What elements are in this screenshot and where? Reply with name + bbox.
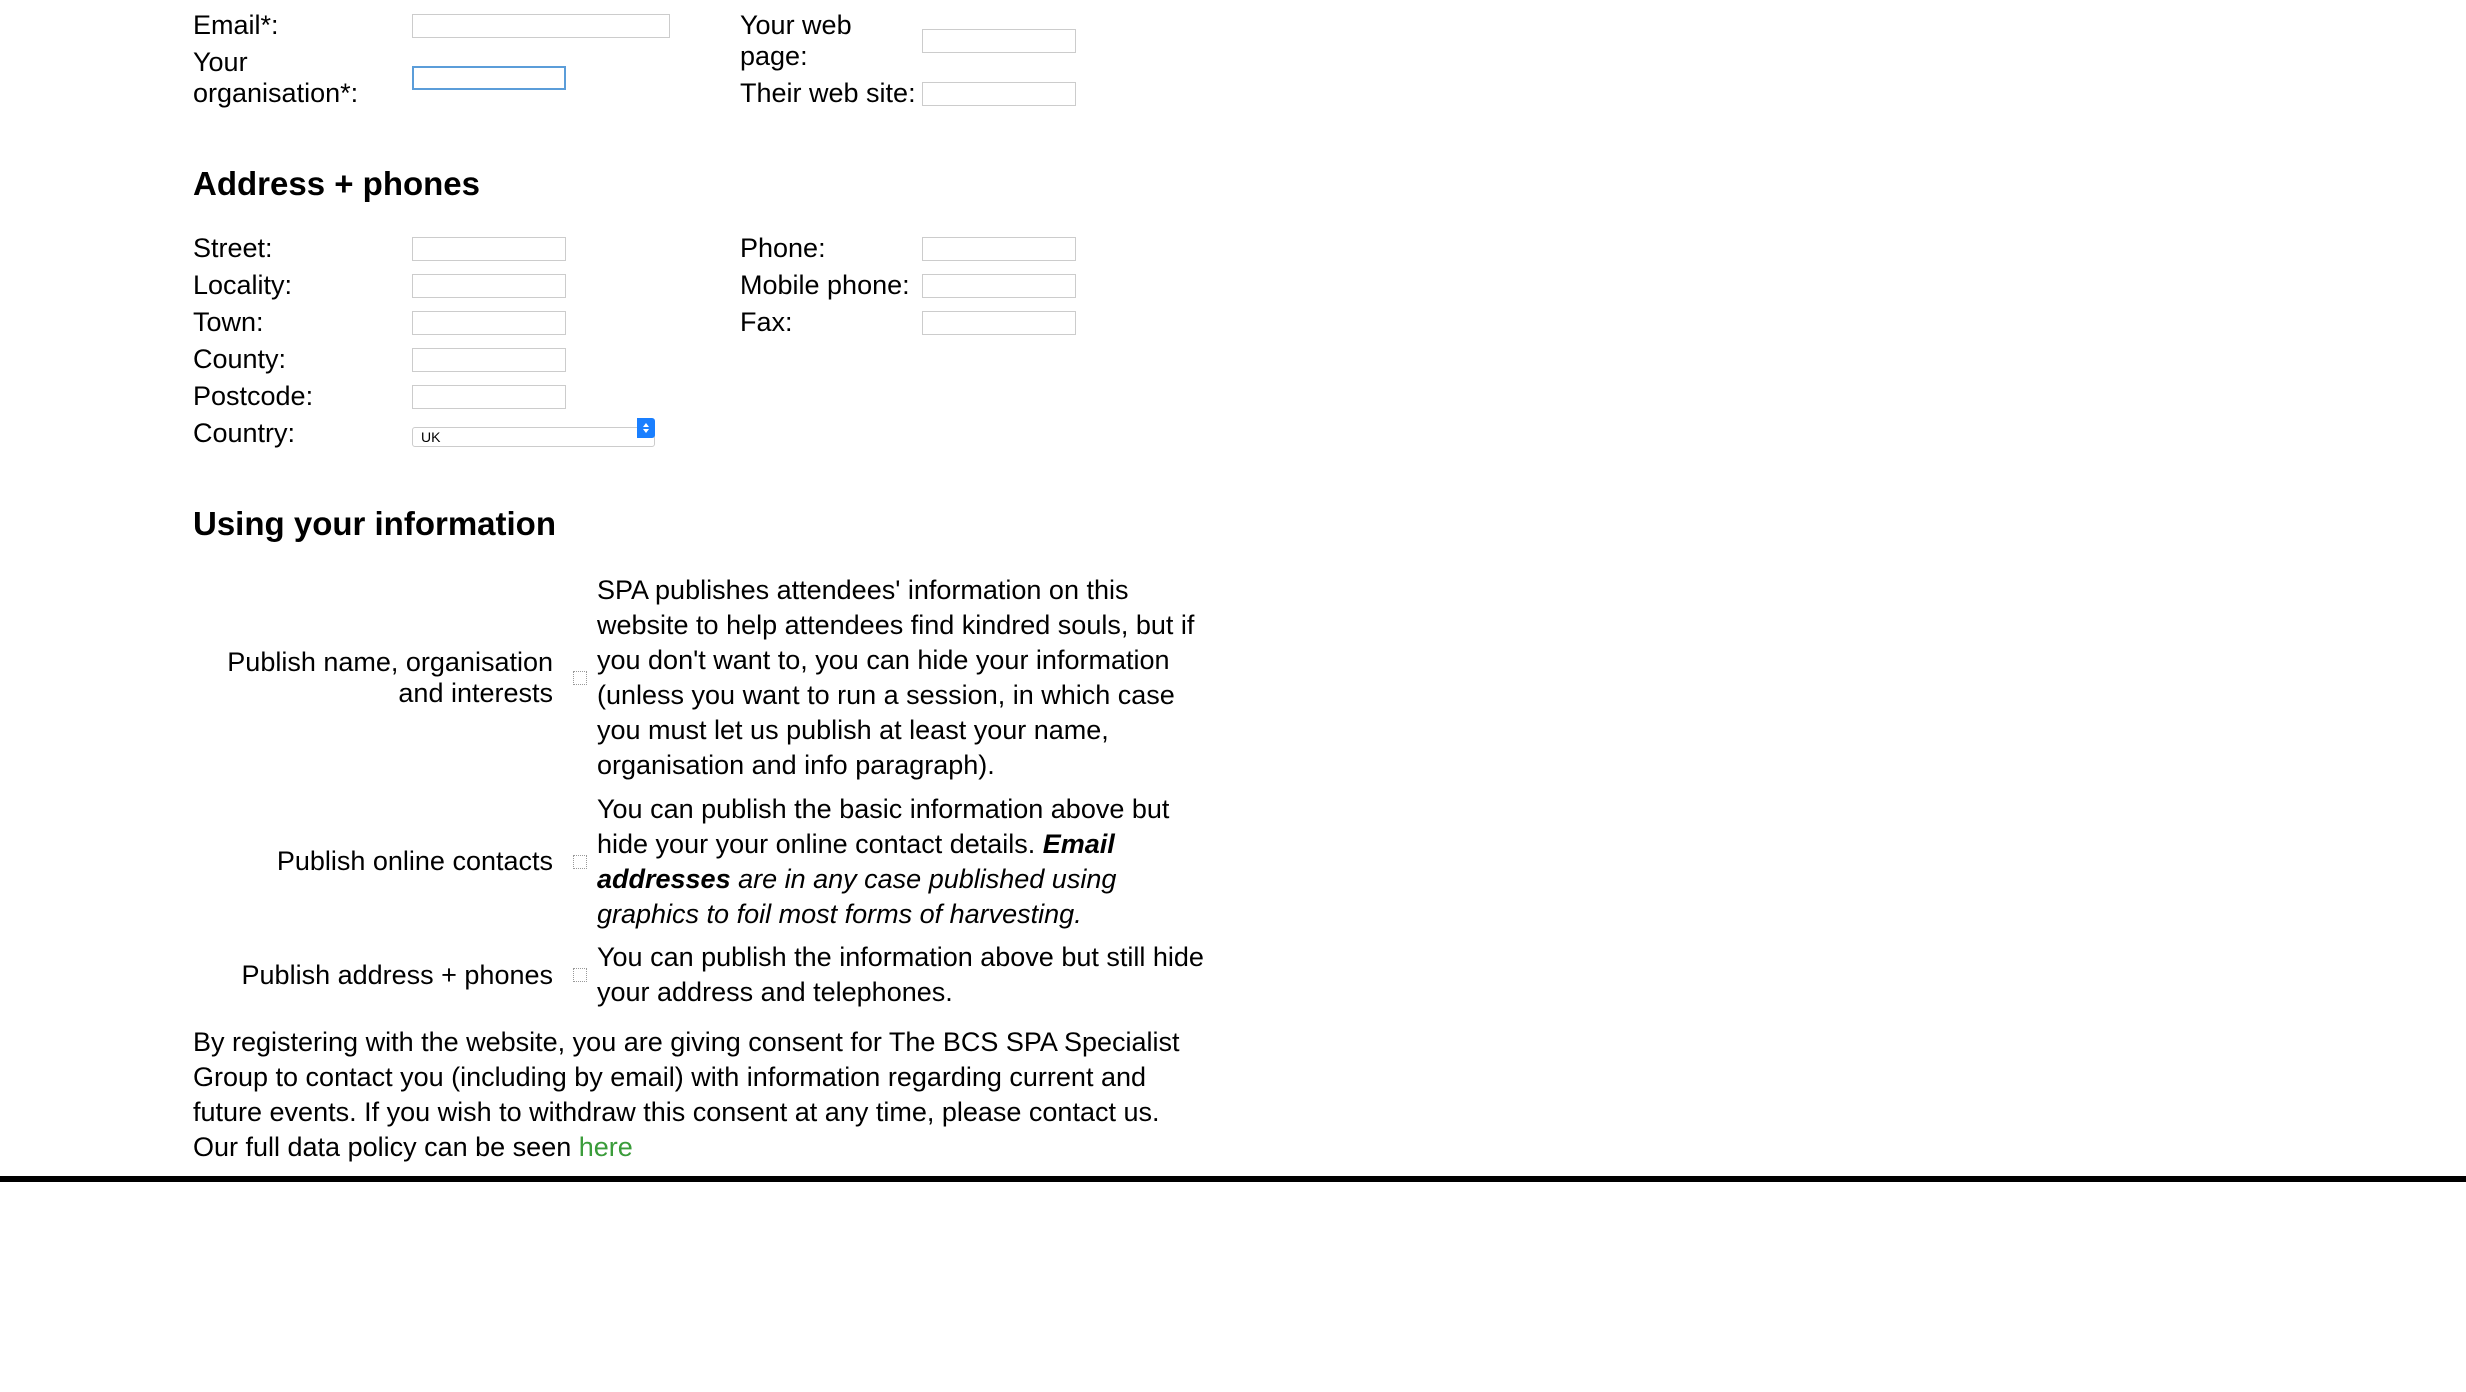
publish-address-description: You can publish the information above bu… — [597, 940, 1207, 1010]
locality-field[interactable] — [412, 274, 566, 298]
their-web-label: Their web site: — [740, 78, 922, 109]
phone-label: Phone: — [740, 233, 922, 264]
organisation-field[interactable] — [412, 66, 566, 90]
publish-contacts-label: Publish online contacts — [193, 846, 563, 877]
their-web-field[interactable] — [922, 82, 1076, 106]
web-page-field[interactable] — [922, 29, 1076, 53]
street-field[interactable] — [412, 237, 566, 261]
consent-text: By registering with the website, you are… — [193, 1025, 1203, 1165]
publish-address-label: Publish address + phones — [193, 960, 563, 991]
phone-field[interactable] — [922, 237, 1076, 261]
town-field[interactable] — [412, 311, 566, 335]
publish-name-label: Publish name, organisation and interests — [193, 647, 563, 709]
street-label: Street: — [193, 233, 412, 264]
web-page-label: Your web page: — [740, 10, 922, 72]
data-policy-link[interactable]: here — [579, 1132, 633, 1162]
fax-field[interactable] — [922, 311, 1076, 335]
country-select[interactable]: UK — [412, 427, 655, 447]
publish-contacts-checkbox[interactable] — [573, 855, 587, 869]
postcode-label: Postcode: — [193, 381, 412, 412]
email-label: Email*: — [193, 10, 412, 41]
fax-label: Fax: — [740, 307, 922, 338]
county-field[interactable] — [412, 348, 566, 372]
county-label: County: — [193, 344, 412, 375]
mobile-field[interactable] — [922, 274, 1076, 298]
locality-label: Locality: — [193, 270, 412, 301]
email-field[interactable] — [412, 14, 670, 38]
organisation-label: Your organisation*: — [193, 47, 412, 109]
bottom-bar — [0, 1176, 2466, 1182]
address-heading: Address + phones — [193, 165, 1450, 203]
using-info-heading: Using your information — [193, 505, 1450, 543]
publish-name-checkbox[interactable] — [573, 671, 587, 685]
postcode-field[interactable] — [412, 385, 566, 409]
publish-contacts-description: You can publish the basic information ab… — [597, 792, 1207, 932]
publish-name-description: SPA publishes attendees' information on … — [597, 573, 1207, 784]
publish-address-checkbox[interactable] — [573, 968, 587, 982]
country-label: Country: — [193, 418, 412, 449]
mobile-label: Mobile phone: — [740, 270, 922, 301]
town-label: Town: — [193, 307, 412, 338]
